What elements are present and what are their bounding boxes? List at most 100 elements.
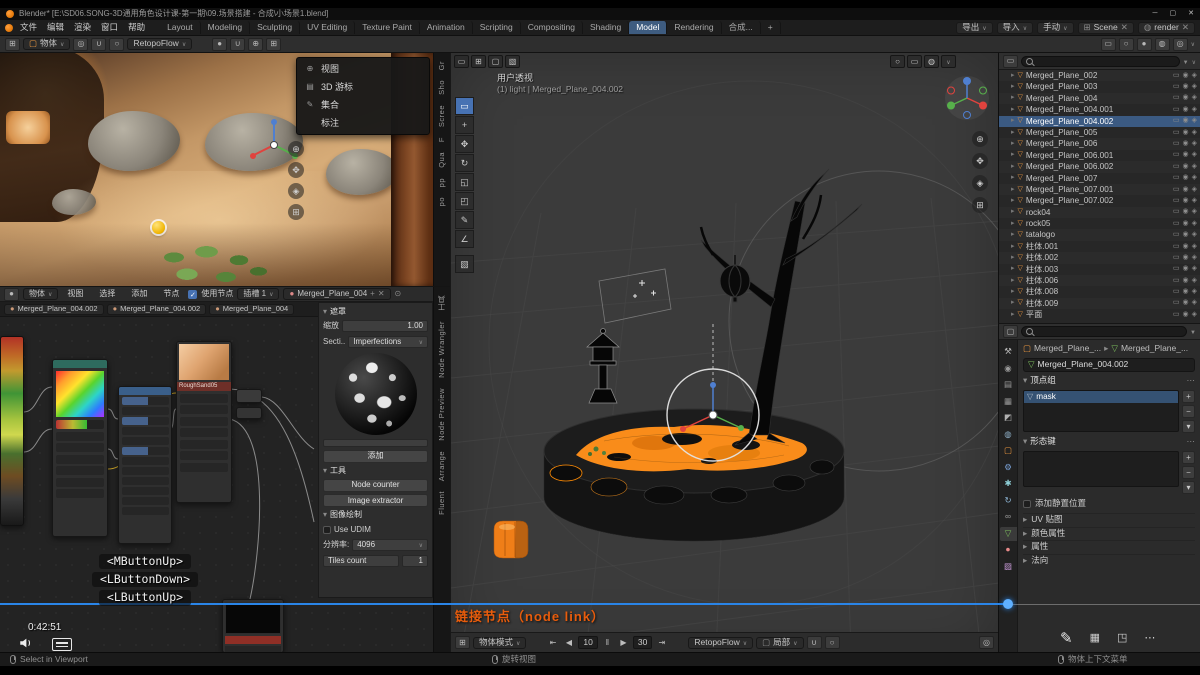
node-counter-button[interactable]: Node counter (323, 479, 428, 492)
viewport-visibility-icon[interactable] (1173, 174, 1180, 182)
proportional-edit-icon[interactable] (109, 38, 124, 51)
render-visibility-icon[interactable] (1192, 129, 1197, 137)
properties-tab[interactable]: ▦ (1000, 395, 1017, 409)
viewport-visibility-icon[interactable] (1173, 129, 1180, 137)
render-visibility-icon[interactable] (1192, 254, 1197, 262)
render-visibility-icon[interactable] (1192, 197, 1197, 205)
perspective-toggle-icon[interactable] (288, 204, 304, 220)
viewport-visibility-icon[interactable] (1173, 140, 1180, 148)
scale-tool[interactable] (455, 173, 474, 191)
value-node[interactable] (236, 389, 262, 403)
shading-wireframe-icon[interactable] (1119, 38, 1134, 51)
viewport-visibility-icon[interactable] (1173, 197, 1180, 205)
context-menu-item[interactable]: 3D 游标 (297, 78, 429, 96)
properties-tab[interactable]: ✱ (1000, 477, 1017, 491)
render-visibility-icon[interactable] (1192, 299, 1197, 307)
hide-icon[interactable] (1183, 129, 1189, 137)
expand-arrow-icon[interactable] (1011, 299, 1015, 307)
workspace-tab[interactable]: Texture Paint (355, 21, 420, 34)
outliner-row[interactable]: Merged_Plane_007.002 (999, 195, 1200, 206)
orientation-dropdown[interactable]: 局部 (756, 637, 803, 649)
transform-orientation-icon[interactable] (73, 38, 88, 51)
remove-item-button[interactable] (1182, 405, 1195, 418)
workspace-tab[interactable]: UV Editing (300, 21, 355, 34)
overlay-toggle-icon[interactable] (890, 55, 905, 68)
material-slot-dropdown[interactable]: 插槽 1 (237, 288, 279, 300)
outliner-row[interactable]: Merged_Plane_005 (999, 127, 1200, 138)
render-visibility-icon[interactable] (1192, 311, 1197, 319)
add-item-button[interactable] (1182, 390, 1195, 403)
shape-keys-section[interactable]: 形态键 (1023, 436, 1195, 448)
expand-arrow-icon[interactable] (1011, 151, 1015, 159)
breadcrumb-item[interactable]: Merged_Plane_004 (209, 304, 294, 315)
workspace-tab[interactable]: Rendering (667, 21, 721, 34)
cursor-tool[interactable] (455, 116, 474, 134)
options-icon[interactable] (941, 55, 956, 68)
progress-handle[interactable] (1003, 599, 1013, 609)
color-attribute-node[interactable] (222, 599, 284, 652)
menu-item[interactable]: 渲染 (69, 22, 96, 34)
maximize-area-icon[interactable] (1117, 632, 1127, 645)
hide-icon[interactable] (1183, 197, 1189, 205)
chevron-down-icon[interactable] (1191, 39, 1195, 49)
viewport-visibility-icon[interactable] (1173, 94, 1180, 102)
add-cube-tool[interactable] (455, 255, 474, 273)
hide-icon[interactable] (1183, 140, 1189, 148)
menu-item[interactable]: 编辑 (42, 22, 69, 34)
properties-tab[interactable]: ↻ (1000, 494, 1017, 508)
face-mode-icon[interactable] (505, 55, 520, 68)
annotate-pencil-icon[interactable] (1060, 630, 1073, 647)
properties-tab[interactable]: ▤ (1000, 378, 1017, 392)
snapping-icon[interactable] (230, 38, 245, 51)
expand-arrow-icon[interactable] (1011, 83, 1015, 91)
texture-browse-bar[interactable] (323, 439, 428, 447)
overlay-toggle-icon[interactable] (266, 38, 281, 51)
quick-io-button[interactable]: 手动 (1037, 22, 1073, 34)
data-name-field[interactable]: Merged_Plane_004.002 (1023, 358, 1195, 372)
render-visibility-icon[interactable] (1192, 117, 1197, 125)
minimize-button[interactable]: ─ (1153, 10, 1158, 18)
annotate-tool[interactable] (455, 211, 474, 229)
render-visibility-icon[interactable] (1192, 231, 1197, 239)
close-icon[interactable] (1182, 23, 1189, 33)
pan-hand-icon[interactable] (288, 162, 304, 178)
snap-magnet-icon[interactable] (807, 636, 822, 649)
outliner-row[interactable]: 平面 (999, 309, 1200, 320)
vertex-groups-section[interactable]: 顶点组 (1023, 375, 1195, 387)
object-mode-dropdown[interactable]: 物体 (23, 38, 70, 50)
imperfection-texture-preview[interactable] (335, 353, 417, 435)
render-visibility-icon[interactable] (1192, 220, 1197, 228)
sidebar-tab[interactable]: Arrange (438, 451, 447, 481)
properties-section-collapsed[interactable]: UV 贴图 (1023, 513, 1195, 527)
section-menu-icon[interactable] (1187, 376, 1196, 386)
specials-menu-button[interactable] (1182, 420, 1195, 433)
editor-type-icon[interactable] (1003, 55, 1018, 68)
menu-item[interactable]: 窗口 (96, 22, 123, 34)
render-visibility-icon[interactable] (1192, 243, 1197, 251)
hide-icon[interactable] (1183, 265, 1189, 273)
hide-icon[interactable] (1183, 174, 1189, 182)
render-visibility-icon[interactable] (1192, 106, 1197, 114)
proportional-edit-icon[interactable] (825, 636, 840, 649)
speaker-icon[interactable] (18, 636, 33, 652)
imperfections-dropdown[interactable]: Imperfections (348, 336, 428, 348)
workspace-tab[interactable]: Layout (160, 21, 201, 34)
menu-item[interactable]: 添加 (126, 288, 152, 299)
retopoflow-menu[interactable]: RetopoFlow (127, 38, 192, 50)
context-menu-item[interactable]: 视图 (297, 60, 429, 78)
outliner-row[interactable]: rock05 (999, 218, 1200, 229)
pan-hand-icon[interactable] (972, 153, 988, 169)
hide-icon[interactable] (1183, 72, 1189, 80)
workspace-tab[interactable]: + (761, 21, 781, 34)
measure-tool[interactable] (455, 230, 474, 248)
sidebar-tab[interactable]: Scree (438, 105, 447, 127)
render-visibility-icon[interactable] (1192, 83, 1197, 91)
outliner-row[interactable]: Merged_Plane_004.002 (999, 116, 1200, 127)
keyboard-icon[interactable] (1090, 632, 1100, 645)
outliner-row[interactable]: Merged_Plane_004.001 (999, 104, 1200, 115)
zoom-icon[interactable] (972, 131, 988, 147)
mode-select-icon[interactable] (454, 55, 469, 68)
remove-item-button[interactable] (1182, 466, 1195, 479)
outliner-row[interactable]: Merged_Plane_004 (999, 93, 1200, 104)
snap-magnet-icon[interactable] (91, 38, 106, 51)
